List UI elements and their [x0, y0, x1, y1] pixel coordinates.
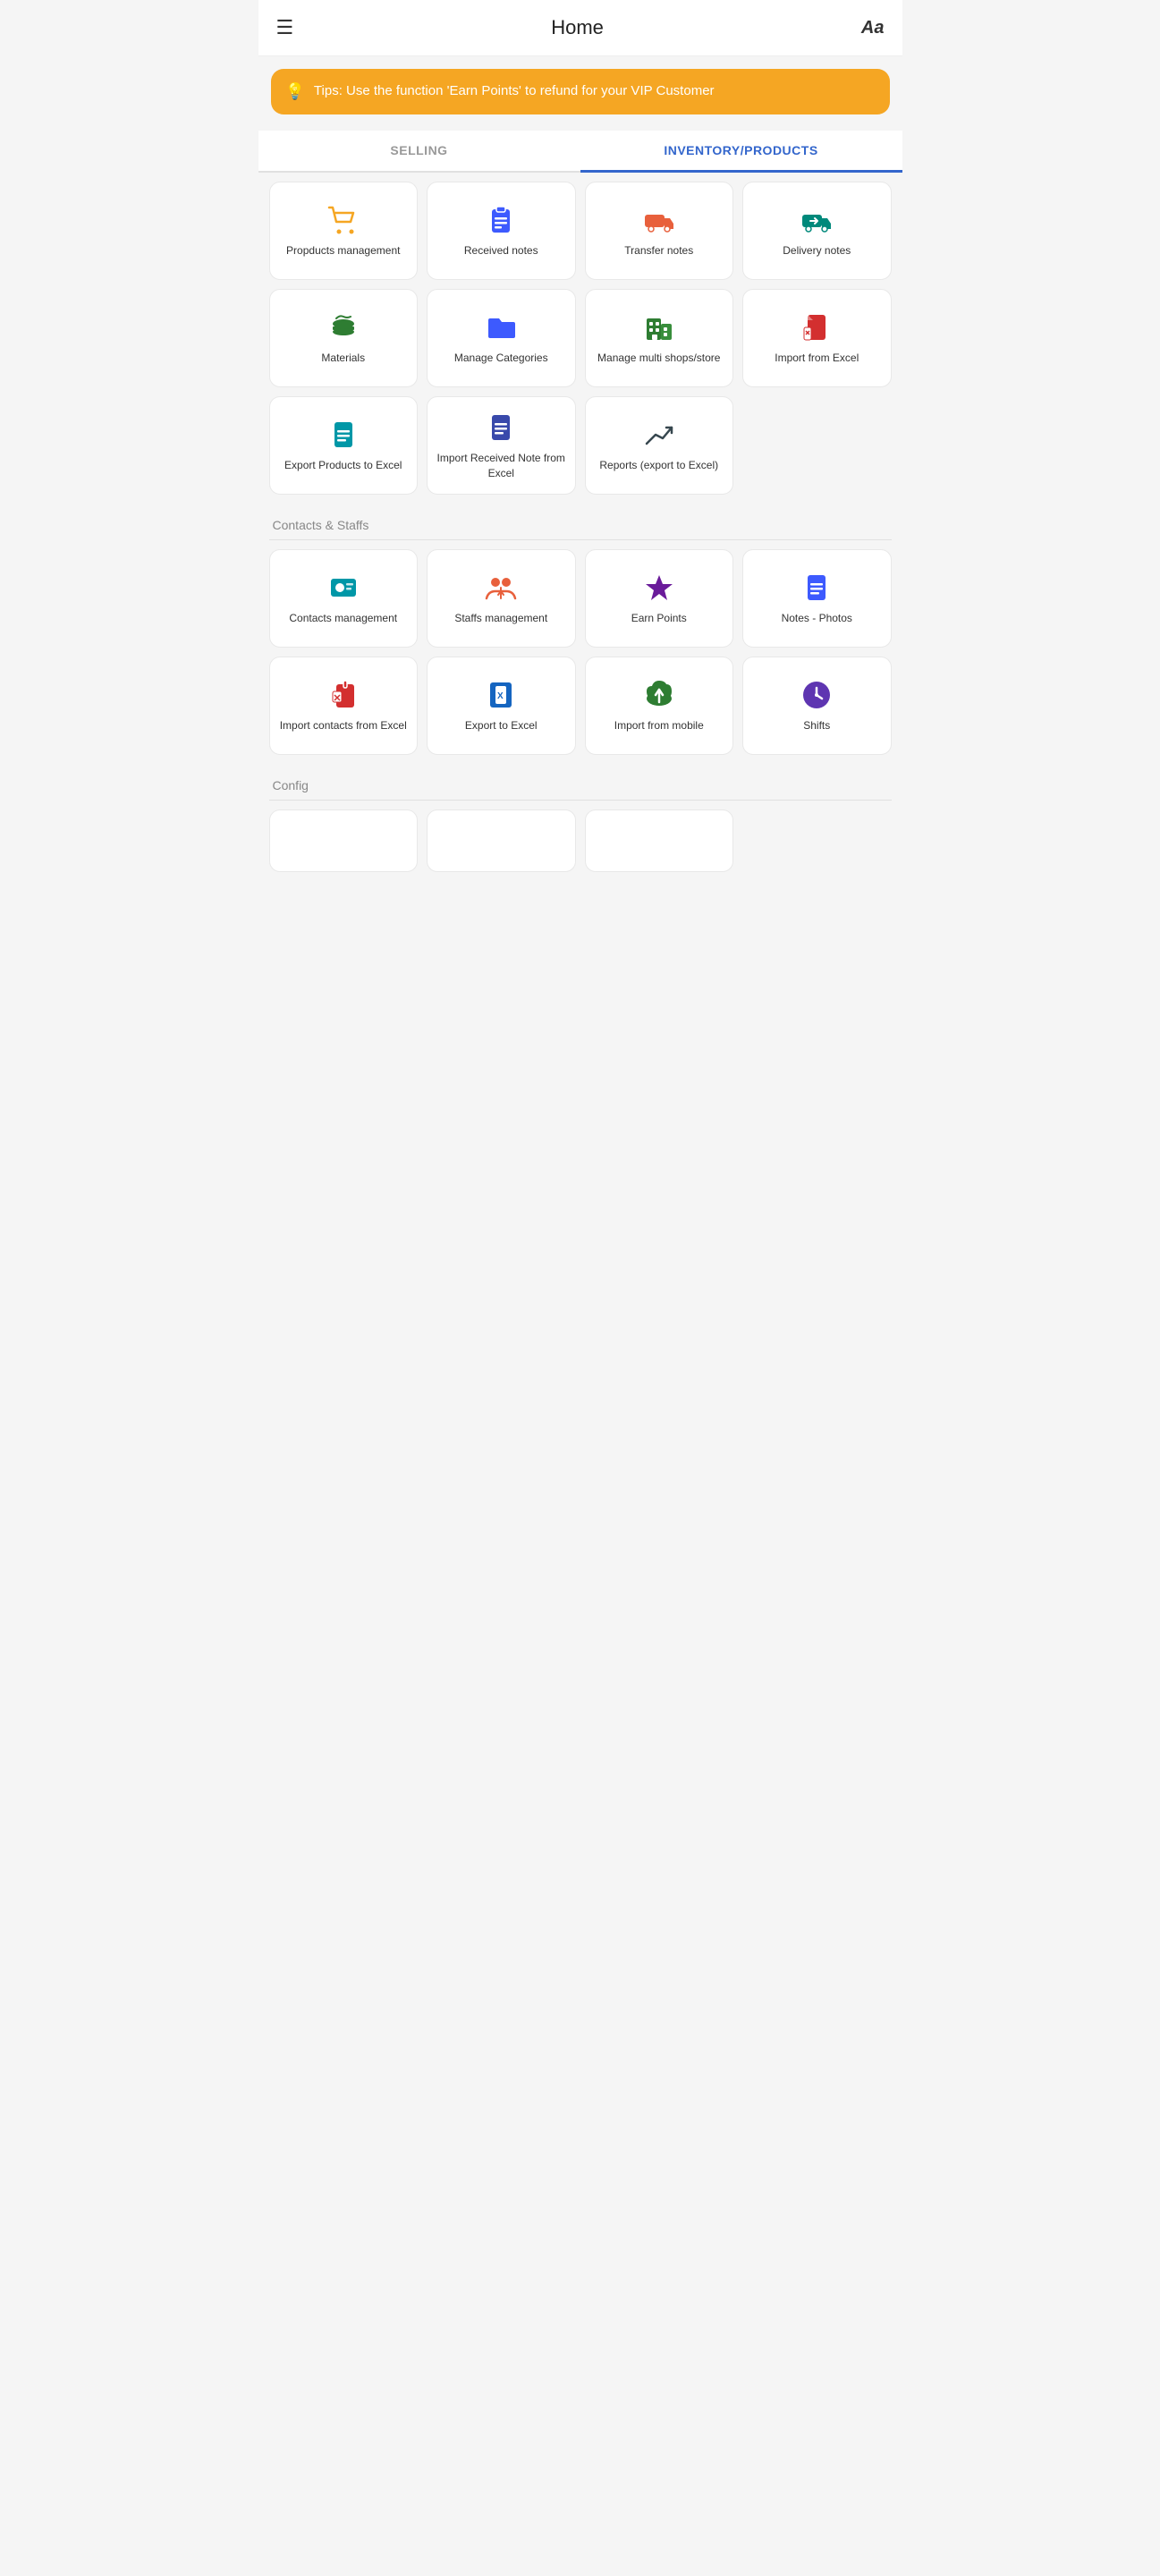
cloud-upload-icon — [643, 679, 675, 711]
doc-excel-icon: X — [485, 679, 517, 711]
card-label-received-notes: Received notes — [464, 243, 538, 258]
tip-icon: 💡 — [285, 82, 305, 101]
card-manage-categories[interactable]: Manage Categories — [427, 289, 576, 387]
tip-banner: 💡 Tips: Use the function 'Earn Points' t… — [271, 69, 890, 114]
card-label-manage-multi-shops: Manage multi shops/store — [597, 351, 720, 365]
card-label-delivery-notes: Delivery notes — [783, 243, 851, 258]
tab-inventory[interactable]: INVENTORY/PRODUCTS — [580, 131, 902, 173]
truck-arrow-icon — [800, 204, 833, 236]
trend-up-icon — [643, 419, 675, 451]
doc-red-clip-icon — [327, 679, 360, 711]
contact-card-icon — [327, 572, 360, 604]
card-staffs-management[interactable]: Staffs management — [427, 549, 576, 648]
clipboard-blue-icon — [485, 204, 517, 236]
card-label-products-management: Propducts management — [286, 243, 400, 258]
card-config-placeholder-3[interactable] — [585, 809, 734, 872]
card-label-import-from-excel: Import from Excel — [775, 351, 859, 365]
card-export-products-excel[interactable]: Export Products to Excel — [269, 396, 419, 495]
building-icon — [643, 311, 675, 343]
menu-button[interactable]: ☰ — [276, 16, 294, 39]
card-import-contacts-excel[interactable]: Import contacts from Excel — [269, 657, 419, 755]
config-section-label: Config — [258, 764, 902, 800]
card-config-placeholder-2[interactable] — [427, 809, 576, 872]
card-import-from-excel[interactable]: Import from Excel — [742, 289, 892, 387]
card-label-shifts: Shifts — [803, 718, 830, 733]
card-import-received-note-excel[interactable]: Import Received Note from Excel — [427, 396, 576, 495]
doc-lines-indigo-icon — [485, 411, 517, 444]
card-label-reports-export: Reports (export to Excel) — [599, 458, 718, 472]
card-transfer-notes[interactable]: Transfer notes — [585, 182, 734, 280]
card-label-staffs-management: Staffs management — [454, 611, 547, 625]
font-button[interactable]: Aa — [861, 18, 885, 38]
card-notes-photos[interactable]: Notes - Photos — [742, 549, 892, 648]
card-import-from-mobile[interactable]: Import from mobile — [585, 657, 734, 755]
tab-bar: SELLING INVENTORY/PRODUCTS — [258, 131, 902, 173]
card-label-import-from-mobile: Import from mobile — [614, 718, 704, 733]
card-label-export-to-excel: Export to Excel — [465, 718, 538, 733]
star-icon — [643, 572, 675, 604]
cart-icon — [327, 204, 360, 236]
card-label-import-contacts-excel: Import contacts from Excel — [280, 718, 407, 733]
inventory-grid: Propducts management Received notes Tran… — [258, 173, 902, 504]
card-label-earn-points: Earn Points — [631, 611, 687, 625]
card-delivery-notes[interactable]: Delivery notes — [742, 182, 892, 280]
card-label-contacts-management: Contacts management — [289, 611, 397, 625]
contacts-grid: Contacts management Staffs management Ea… — [258, 540, 902, 764]
card-reports-export[interactable]: Reports (export to Excel) — [585, 396, 734, 495]
burger-icon — [327, 311, 360, 343]
config-grid — [258, 801, 902, 881]
card-label-export-products-excel: Export Products to Excel — [284, 458, 402, 472]
contacts-section-label: Contacts & Staffs — [258, 504, 902, 539]
card-manage-multi-shops[interactable]: Manage multi shops/store — [585, 289, 734, 387]
tab-selling[interactable]: SELLING — [258, 131, 580, 171]
card-config-placeholder-1[interactable] — [269, 809, 419, 872]
card-earn-points[interactable]: Earn Points — [585, 549, 734, 648]
card-received-notes[interactable]: Received notes — [427, 182, 576, 280]
card-export-to-excel[interactable]: X Export to Excel — [427, 657, 576, 755]
tip-text: Tips: Use the function 'Earn Points' to … — [314, 81, 715, 102]
doc-lines-cyan-icon — [327, 419, 360, 451]
svg-text:X: X — [497, 691, 504, 701]
doc-red-icon — [800, 311, 833, 343]
doc-blue-icon — [800, 572, 833, 604]
truck-right-icon — [643, 204, 675, 236]
card-products-management[interactable]: Propducts management — [269, 182, 419, 280]
card-label-import-received-note-excel: Import Received Note from Excel — [433, 451, 570, 479]
card-label-notes-photos: Notes - Photos — [782, 611, 852, 625]
card-label-transfer-notes: Transfer notes — [624, 243, 693, 258]
card-label-manage-categories: Manage Categories — [454, 351, 548, 365]
card-materials[interactable]: Materials — [269, 289, 419, 387]
folder-icon — [485, 311, 517, 343]
app-header: ☰ Home Aa — [258, 0, 902, 56]
people-icon — [485, 572, 517, 604]
card-shifts[interactable]: Shifts — [742, 657, 892, 755]
clock-circle-icon — [800, 679, 833, 711]
card-label-materials: Materials — [321, 351, 365, 365]
page-title: Home — [551, 16, 604, 39]
card-contacts-management[interactable]: Contacts management — [269, 549, 419, 648]
